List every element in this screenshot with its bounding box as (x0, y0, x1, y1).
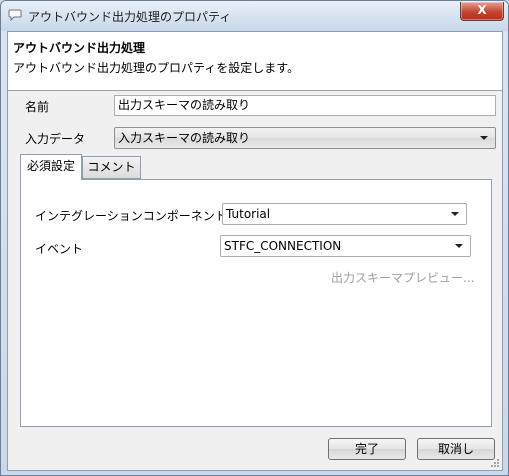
chevron-down-icon (480, 136, 488, 140)
dialog-body: アウトバウンド出力処理 アウトバウンド出力処理のプロパティを設定します。 名前 … (7, 31, 503, 471)
event-label: イベント (35, 242, 84, 256)
event-value: STFC_CONNECTION (224, 239, 342, 253)
header-panel: アウトバウンド出力処理 アウトバウンド出力処理のプロパティを設定します。 (8, 32, 502, 91)
required-settings-panel: インテグレーションコンポーネント Tutorial イベント STFC_CONN… (20, 179, 492, 427)
component-value: Tutorial (226, 207, 271, 221)
output-schema-preview-link[interactable]: 出力スキーマプレビュー... (331, 269, 474, 286)
cancel-button[interactable]: 取消し (417, 438, 495, 460)
name-field[interactable]: 出力スキーマの読み取り (114, 95, 496, 116)
name-label: 名前 (25, 100, 50, 114)
tab-comment-label: コメント (87, 160, 136, 174)
ok-button[interactable]: 完了 (328, 438, 406, 460)
tab-comment[interactable]: コメント (82, 156, 141, 179)
tab-required-settings[interactable]: 必須設定 (20, 154, 82, 180)
input-data-value: 入力スキーマの読み取り (118, 131, 251, 145)
input-data-label: 入力データ (25, 132, 86, 146)
header-title: アウトバウンド出力処理 (13, 41, 146, 55)
properties-dialog: アウトバウンド出力処理のプロパティ X アウトバウンド出力処理 アウトバウンド出… (0, 0, 509, 476)
tab-required-settings-label: 必須設定 (26, 159, 75, 173)
speech-bubble-icon (8, 9, 22, 22)
window-title: アウトバウンド出力処理のプロパティ (28, 10, 232, 24)
component-dropdown[interactable]: Tutorial (222, 203, 467, 225)
close-button[interactable]: X (460, 2, 504, 21)
chevron-down-icon (451, 212, 459, 216)
header-description: アウトバウンド出力処理のプロパティを設定します。 (13, 61, 300, 75)
event-dropdown[interactable]: STFC_CONNECTION (220, 235, 471, 257)
chevron-down-icon (455, 244, 463, 248)
resize-grip-icon[interactable] (490, 458, 500, 468)
input-data-dropdown[interactable]: 入力スキーマの読み取り (114, 127, 496, 149)
title-bar: アウトバウンド出力処理のプロパティ X (1, 1, 508, 31)
component-label: インテグレーションコンポーネント (35, 209, 227, 223)
